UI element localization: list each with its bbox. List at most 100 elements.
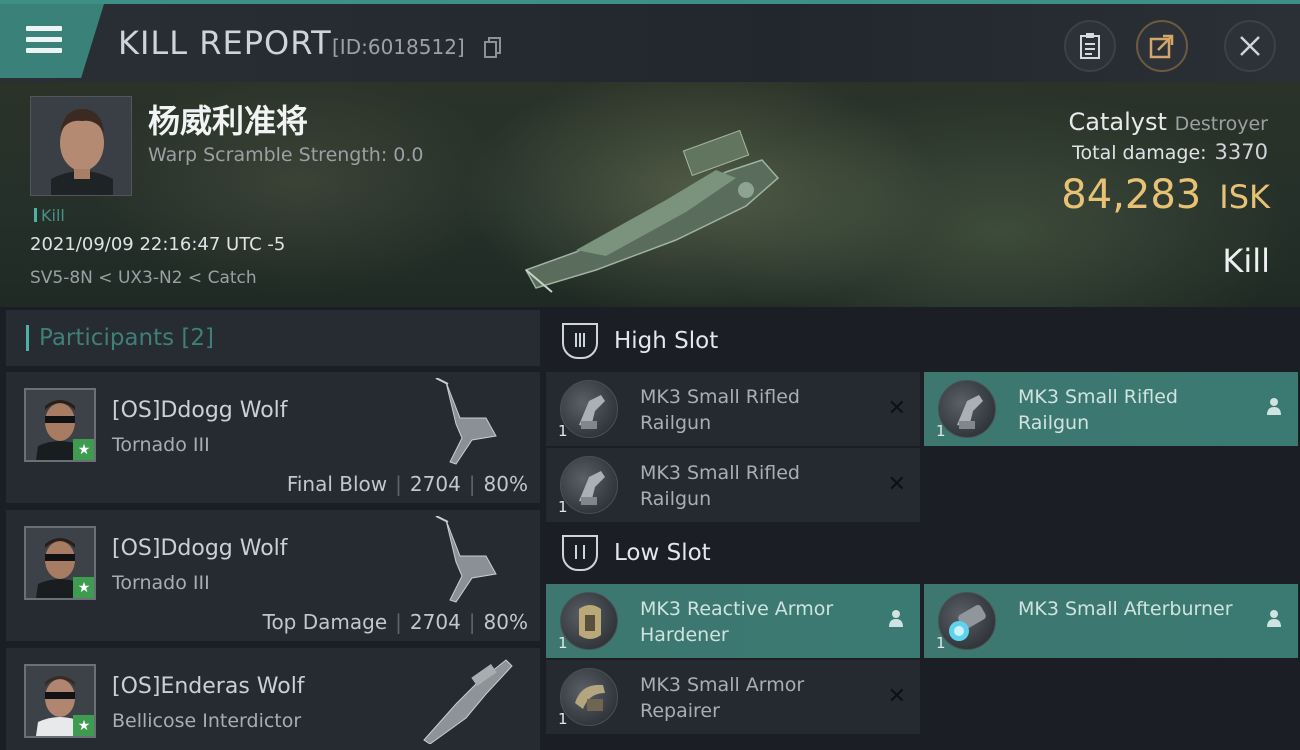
participant-pct: 80% [483,610,528,634]
participant-row[interactable]: ★ [OS]Ddogg Wolf Tornado III Top Damage |… [6,510,540,642]
participant-stats: Top Damage | 2704 | 80% [262,610,528,634]
module-quantity: 1 [936,634,946,652]
copy-icon[interactable] [484,36,502,58]
module-item[interactable]: 1 MK3 Small Afterburner [924,584,1298,658]
isk-unit: ISK [1219,178,1270,216]
star-icon: ★ [73,439,94,460]
module-name: MK3 Small Rifled Railgun [640,386,800,434]
empty-cell [924,660,1298,734]
total-damage-value: 3370 [1214,140,1268,164]
participants-label: Participants [2] [39,325,215,351]
participant-role: Top Damage [262,610,388,634]
participant-stats: Final Blow | 2704 | 80% [286,472,528,496]
ship-class: Destroyer [1174,113,1268,135]
destroyed-icon: ✕ [887,684,906,709]
kill-datetime: 2021/09/09 22:16:47 UTC -5 [30,234,286,255]
module-item[interactable]: 1 MK3 Small Rifled Railgun ✕ [546,372,920,446]
module-quantity: 1 [936,422,946,440]
portrait-image [31,97,131,195]
high-slot-header: High Slot [546,310,1300,372]
low-slot-label: Low Slot [614,540,711,566]
module-item[interactable]: 1 MK3 Small Rifled Railgun ✕ [546,448,920,522]
module-item[interactable]: 1 MK3 Small Rifled Railgun [924,372,1298,446]
victim-ship-image [524,129,780,293]
star-icon: ★ [73,577,94,598]
participant-avatar[interactable]: ★ [24,388,96,462]
victim-name: 杨威利准将 [148,102,309,140]
share-icon [1149,34,1174,59]
kill-route: SV5-8N < UX3-N2 < Catch [30,268,257,288]
participant-ship: Tornado III [112,434,210,456]
participant-ship: Bellicose Interdictor [112,710,302,732]
railgun-icon [560,456,618,514]
page-title: KILL REPORT [118,24,332,62]
victim-ship: Catalyst Destroyer [1069,108,1268,136]
fitting-panel: High Slot 1 MK3 Small Rifled Railgun ✕ 1… [546,310,1300,750]
destroyed-icon: ✕ [887,472,906,497]
module-quantity: 1 [558,498,568,516]
header-accent-bar [26,325,29,351]
participants-panel: Participants [2] ★ [OS]Ddogg Wolf Tornad… [6,310,540,750]
destroyed-icon: ✕ [887,396,906,421]
afterburner-icon [938,592,996,650]
module-name: MK3 Reactive Armor Hardener [640,598,834,646]
clipboard-icon [1080,33,1100,59]
menu-tab[interactable] [0,4,104,78]
low-slot-icon [562,535,598,571]
module-name: MK3 Small Afterburner [1018,598,1233,620]
module-quantity: 1 [558,710,568,728]
top-bar: KILL REPORT [ID:6018512] [0,0,1300,82]
clipboard-button[interactable] [1064,20,1116,72]
star-icon: ★ [73,715,94,736]
module-quantity: 1 [558,634,568,652]
participant-damage: 2704 [409,472,461,496]
participant-ship-image [435,378,497,465]
participant-row[interactable]: ★ [OS]Enderas Wolf Bellicose Interdictor [6,648,540,750]
participant-damage: 2704 [409,610,461,634]
participants-header: Participants [2] [6,310,540,366]
high-slot-grid: 1 MK3 Small Rifled Railgun ✕ 1 MK3 Small… [546,372,1300,522]
share-button[interactable] [1136,20,1188,72]
participant-name: [OS]Ddogg Wolf [112,398,288,423]
empty-cell [924,448,1298,522]
module-item[interactable]: 1 MK3 Reactive Armor Hardener [546,584,920,658]
railgun-icon [560,380,618,438]
module-name: MK3 Small Rifled Railgun [1018,386,1178,434]
module-name: MK3 Small Armor Repairer [640,674,805,722]
participant-name: [OS]Enderas Wolf [112,674,305,699]
armor-hardener-icon [560,592,618,650]
victim-summary: 杨威利准将 Warp Scramble Strength: 0.0 Kill 2… [0,82,1300,307]
participant-name: [OS]Ddogg Wolf [112,536,288,561]
low-slot-header: Low Slot [546,522,1300,584]
close-button[interactable] [1224,20,1276,72]
railgun-icon [938,380,996,438]
isk-value: 84,283 ISK [1061,172,1270,218]
participant-avatar[interactable]: ★ [24,664,96,738]
total-damage-label: Total damage: [1072,142,1207,164]
kill-id: [ID:6018512] [332,35,465,59]
module-item[interactable]: 1 MK3 Small Armor Repairer ✕ [546,660,920,734]
total-damage: Total damage: 3370 [1072,140,1268,164]
participant-ship-image [423,659,513,744]
person-icon [889,610,903,627]
ship-type: Catalyst [1068,108,1167,136]
low-slot-grid: 1 MK3 Reactive Armor Hardener 1 MK3 Smal… [546,584,1300,734]
victim-portrait[interactable] [30,96,132,196]
result-label: Kill [1222,242,1270,280]
hamburger-menu-icon[interactable] [26,26,62,54]
participant-avatar[interactable]: ★ [24,526,96,600]
isk-amount: 84,283 [1061,172,1202,218]
module-name: MK3 Small Rifled Railgun [640,462,800,510]
person-icon [1267,398,1281,415]
participant-row[interactable]: ★ [OS]Ddogg Wolf Tornado III Final Blow |… [6,372,540,504]
person-icon [1267,610,1281,627]
module-quantity: 1 [558,422,568,440]
participant-pct: 80% [483,472,528,496]
participant-ship-image [435,516,497,603]
participant-ship: Tornado III [112,572,210,594]
high-slot-icon [562,323,598,359]
close-icon [1240,36,1260,56]
armor-repairer-icon [560,668,618,726]
participant-role: Final Blow [286,472,388,496]
high-slot-label: High Slot [614,328,719,354]
